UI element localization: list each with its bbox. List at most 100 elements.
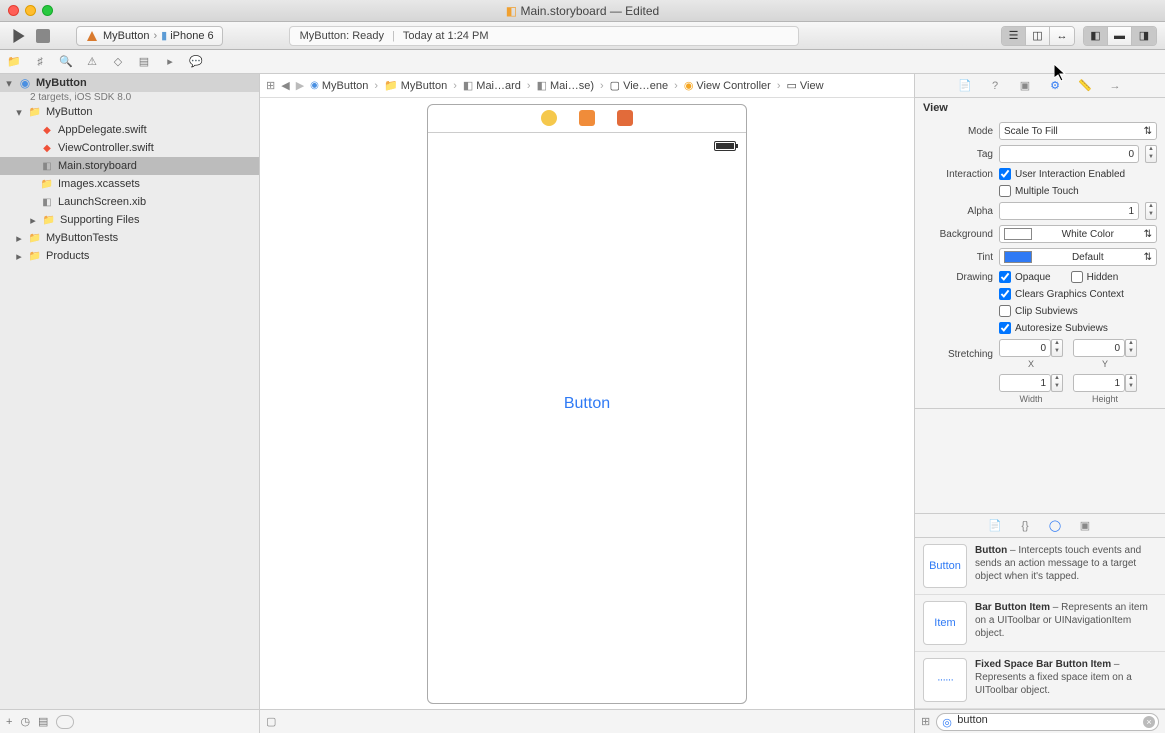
file-inspector-icon[interactable]: 📄	[957, 78, 973, 94]
storyboard-canvas[interactable]: Button	[260, 98, 914, 709]
library-search-field[interactable]: ◎ button ×	[936, 713, 1159, 731]
autoresize-checkbox[interactable]	[999, 322, 1011, 334]
canvas-button[interactable]: Button	[428, 395, 746, 413]
grid-view-icon[interactable]: ⊞	[921, 715, 930, 728]
library-item-button[interactable]: Button Button – Intercepts touch events …	[915, 538, 1165, 595]
group-supporting[interactable]: ▸ 📁 Supporting Files	[0, 211, 259, 229]
quick-help-icon[interactable]: ?	[987, 78, 1003, 94]
stop-button[interactable]	[36, 29, 50, 43]
jump-bar[interactable]: ⊞ ◀ ▶ ◉MyButton› 📁MyButton› ◧Mai…ard› ◧M…	[260, 74, 914, 98]
left-panel-icon[interactable]: ◧	[1084, 27, 1108, 45]
disclosure-triangle-icon[interactable]: ▸	[14, 250, 24, 263]
disclosure-triangle-icon[interactable]: ▸	[14, 232, 24, 245]
crumb-text[interactable]: MyButton	[322, 80, 368, 92]
tag-field[interactable]: 0	[999, 145, 1139, 163]
tint-dropdown[interactable]: Default⇅	[999, 248, 1157, 266]
alpha-field[interactable]: 1	[999, 202, 1139, 220]
panel-toggle-segment[interactable]: ◧ ▬ ◨	[1083, 26, 1157, 46]
standard-editor-icon[interactable]: ☰	[1002, 27, 1026, 45]
crumb-text[interactable]: View Controller	[696, 80, 770, 92]
library-item-barbutton[interactable]: Item Bar Button Item – Represents an ite…	[915, 595, 1165, 652]
related-items-icon[interactable]: ⊞	[266, 79, 275, 92]
right-panel-icon[interactable]: ◨	[1132, 27, 1156, 45]
find-navigator-icon[interactable]: 🔍	[58, 54, 74, 70]
project-root[interactable]: ▾ ◉ MyButton	[0, 74, 259, 92]
stretch-x-stepper[interactable]: ▲▼	[1051, 339, 1063, 357]
stretch-h-stepper[interactable]: ▲▼	[1125, 374, 1137, 392]
breakpoint-navigator-icon[interactable]: ▸	[162, 54, 178, 70]
scheme-selector[interactable]: MyButton › ▮ iPhone 6	[76, 26, 223, 46]
project-navigator-icon[interactable]: 📁	[6, 54, 22, 70]
issue-navigator-icon[interactable]: ⚠	[84, 54, 100, 70]
tag-stepper[interactable]: ▲▼	[1145, 145, 1157, 163]
background-dropdown[interactable]: White Color⇅	[999, 225, 1157, 243]
crumb-text[interactable]: Mai…ard	[476, 80, 521, 92]
version-editor-icon[interactable]: ↔	[1050, 27, 1074, 45]
code-snippet-icon[interactable]: {}	[1017, 518, 1033, 534]
object-library-icon[interactable]: ◯	[1047, 518, 1063, 534]
attributes-inspector-icon[interactable]: ⚙	[1047, 78, 1063, 94]
bottom-panel-icon[interactable]: ▬	[1108, 27, 1132, 45]
library-thumb: Item	[923, 601, 967, 645]
stretch-h-field[interactable]: 1	[1073, 374, 1125, 392]
scm-icon[interactable]: ▤	[38, 715, 48, 728]
navigator-filter-bar: + ◷ ▤	[0, 710, 260, 733]
file-images[interactable]: 📁 Images.xcassets	[0, 175, 259, 193]
clears-checkbox[interactable]	[999, 288, 1011, 300]
group-app[interactable]: ▾ 📁 MyButton	[0, 103, 259, 121]
media-library-icon[interactable]: ▣	[1077, 518, 1093, 534]
vc-icon[interactable]	[541, 110, 557, 126]
filter-icon[interactable]	[56, 715, 74, 729]
hidden-checkbox[interactable]	[1071, 271, 1083, 283]
stretch-y-field[interactable]: 0	[1073, 339, 1125, 357]
identity-inspector-icon[interactable]: ▣	[1017, 78, 1033, 94]
group-tests[interactable]: ▸ 📁 MyButtonTests	[0, 229, 259, 247]
add-icon[interactable]: +	[6, 716, 12, 728]
stretch-w-stepper[interactable]: ▲▼	[1051, 374, 1063, 392]
clear-icon[interactable]: ×	[1143, 716, 1155, 728]
group-products[interactable]: ▸ 📁 Products	[0, 247, 259, 265]
storyboard-icon: ◧	[463, 79, 473, 92]
forward-icon[interactable]: ▶	[296, 79, 304, 92]
activity-status: MyButton: Ready | Today at 1:24 PM	[289, 26, 799, 46]
symbol-navigator-icon[interactable]: ♯	[32, 54, 48, 70]
crumb-text[interactable]: View	[800, 80, 824, 92]
recent-icon[interactable]: ◷	[20, 715, 30, 728]
search-icon: ◎	[942, 716, 952, 729]
clip-checkbox[interactable]	[999, 305, 1011, 317]
file-storyboard[interactable]: ◧ Main.storyboard	[0, 157, 259, 175]
back-icon[interactable]: ◀	[281, 79, 289, 92]
file-launchscreen[interactable]: ◧ LaunchScreen.xib	[0, 193, 259, 211]
stretch-y-stepper[interactable]: ▲▼	[1125, 339, 1137, 357]
file-viewcontroller[interactable]: ◆ ViewController.swift	[0, 139, 259, 157]
crumb-text[interactable]: Vie…ene	[623, 80, 668, 92]
crumb-text[interactable]: Mai…se)	[550, 80, 594, 92]
multiple-touch-checkbox[interactable]	[999, 185, 1011, 197]
assistant-editor-icon[interactable]: ◫	[1026, 27, 1050, 45]
disclosure-triangle-icon[interactable]: ▸	[28, 214, 38, 227]
size-inspector-icon[interactable]: 📏	[1077, 78, 1093, 94]
exit-icon[interactable]	[617, 110, 633, 126]
mode-dropdown[interactable]: Scale To Fill⇅	[999, 122, 1157, 140]
disclosure-triangle-icon[interactable]: ▾	[4, 77, 14, 90]
file-template-icon[interactable]: 📄	[987, 518, 1003, 534]
opaque-checkbox[interactable]	[999, 271, 1011, 283]
library-list[interactable]: Button Button – Intercepts touch events …	[915, 538, 1165, 709]
first-responder-icon[interactable]	[579, 110, 595, 126]
stretch-w-field[interactable]: 1	[999, 374, 1051, 392]
file-appdelegate[interactable]: ◆ AppDelegate.swift	[0, 121, 259, 139]
run-button[interactable]	[8, 27, 30, 45]
stretch-x-field[interactable]: 0	[999, 339, 1051, 357]
test-navigator-icon[interactable]: ◇	[110, 54, 126, 70]
alpha-stepper[interactable]: ▲▼	[1145, 202, 1157, 220]
library-item-fixedspace[interactable]: ······ Fixed Space Bar Button Item – Rep…	[915, 652, 1165, 709]
document-outline-toggle-icon[interactable]: ▢	[266, 715, 276, 728]
debug-navigator-icon[interactable]: ▤	[136, 54, 152, 70]
connections-inspector-icon[interactable]: →	[1107, 78, 1123, 94]
user-interaction-checkbox[interactable]	[999, 168, 1011, 180]
view-controller-scene[interactable]: Button	[427, 104, 747, 704]
editor-mode-segment[interactable]: ☰ ◫ ↔	[1001, 26, 1075, 46]
disclosure-triangle-icon[interactable]: ▾	[14, 106, 24, 119]
crumb-text[interactable]: MyButton	[401, 80, 447, 92]
report-navigator-icon[interactable]: 💬	[188, 54, 204, 70]
